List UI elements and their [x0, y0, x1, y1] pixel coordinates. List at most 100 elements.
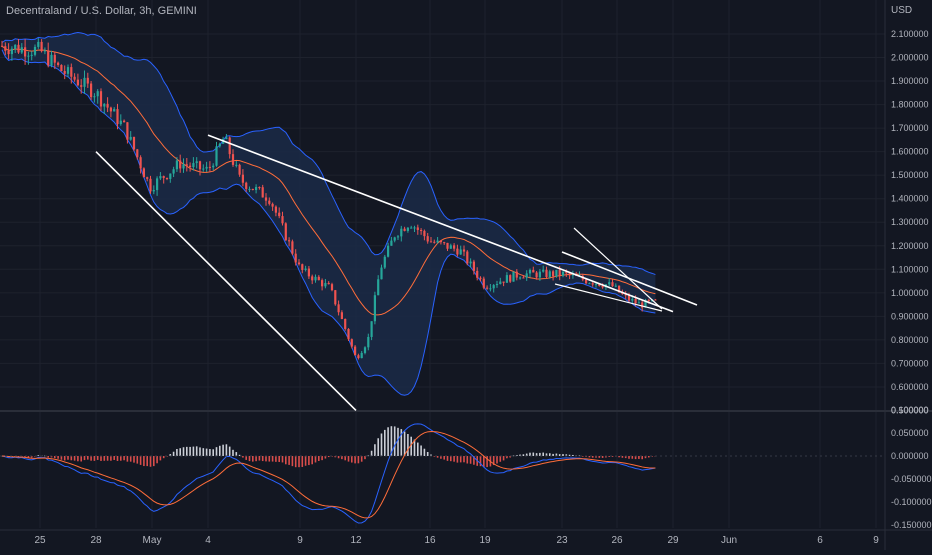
macd-histogram-bar [351, 456, 353, 463]
candle-body [255, 187, 258, 190]
macd-histogram-bar [327, 456, 330, 458]
candle-body [225, 137, 228, 139]
macd-histogram-bar [426, 451, 429, 456]
macd-histogram-bar [275, 456, 277, 462]
macd-histogram-bar [456, 456, 459, 463]
candle-body [591, 283, 594, 285]
candle-body [525, 273, 528, 278]
candle-body [152, 190, 155, 192]
candle-body [456, 248, 459, 255]
chart-svg[interactable]: 2.100000 2.000000 1.900000 1.800000 1.700000… [0, 0, 932, 550]
candle-body [83, 77, 86, 87]
candle-body [238, 164, 241, 175]
candle [60, 64, 63, 72]
candle-body [146, 177, 149, 179]
candle-body [449, 245, 452, 249]
candle-body [0, 45, 4, 47]
candle-body [24, 47, 27, 57]
macd-histogram-bar [588, 456, 591, 458]
candle-body [535, 272, 538, 278]
macd-tick-label: -0.050000 [891, 474, 932, 484]
macd-histogram-bar [572, 454, 574, 456]
price-tick-label: 1.800000 [891, 100, 929, 110]
candle [354, 345, 357, 356]
time-tick-label: 16 [424, 535, 436, 546]
candle-body [297, 262, 301, 265]
macd-histogram-bar [420, 445, 422, 456]
candle-body [228, 137, 231, 155]
macd-histogram-bar [318, 456, 320, 461]
time-tick-label: Jun [721, 535, 737, 546]
macd-histogram-bar [245, 456, 247, 460]
candle-body [429, 241, 433, 243]
candle-body [33, 46, 37, 55]
candle-body [202, 168, 205, 170]
macd-histogram-bar [60, 456, 63, 460]
macd-histogram-bar [232, 449, 234, 456]
macd-histogram-bar [608, 456, 610, 457]
macd-histogram-bar [314, 456, 317, 463]
candle-body [390, 240, 393, 246]
candle-body [93, 96, 96, 98]
candle-body [126, 122, 129, 140]
macd-histogram-bar [70, 456, 73, 461]
macd-histogram-bar [291, 456, 294, 467]
candle-body [347, 328, 350, 340]
candle-body [235, 164, 238, 166]
candle [512, 271, 515, 282]
macd-histogram-bar [209, 449, 211, 456]
candle-body [17, 44, 20, 53]
candle-body [647, 299, 650, 302]
candle-body [344, 319, 347, 329]
candle-body [354, 346, 357, 356]
candle-body [317, 276, 320, 281]
macd-histogram-bar [255, 456, 257, 462]
macd-histogram-bar [301, 456, 304, 467]
chart-stage[interactable]: 2.100000 2.000000 1.900000 1.800000 1.700000… [0, 0, 932, 550]
candle-body [198, 161, 202, 170]
candle-body [248, 188, 251, 190]
candle-body [528, 269, 532, 274]
candle-body [373, 295, 376, 322]
candle [142, 167, 145, 178]
macd-tick-label: 0.000000 [891, 451, 929, 461]
signal-line [1, 430, 656, 519]
candle-body [340, 312, 343, 320]
candle-body [489, 288, 492, 290]
macd-histogram-bar [67, 456, 69, 460]
candle-body [10, 48, 13, 55]
candle-body [159, 176, 162, 179]
macd-histogram-bar [360, 456, 363, 462]
macd-histogram-bar [225, 444, 228, 456]
macd-histogram-bar [268, 456, 271, 462]
macd-histogram-bar [123, 456, 125, 461]
macd-histogram-bar [73, 456, 76, 461]
candle-body [27, 55, 30, 57]
candle-body [258, 187, 261, 189]
candle-body [654, 299, 657, 301]
candle-body [80, 85, 83, 87]
macd-histogram-bar [192, 446, 195, 456]
candle-body [406, 227, 409, 231]
candle-body [601, 285, 604, 288]
candle-body [314, 276, 317, 281]
macd-histogram-bar [407, 433, 409, 456]
candle-body [327, 283, 330, 285]
bollinger-bands [1, 31, 656, 396]
macd-histogram-bar [100, 456, 102, 461]
candle-body [337, 304, 340, 313]
candle [344, 318, 347, 331]
candle-body [367, 336, 370, 348]
candle-body [479, 277, 482, 279]
macd-histogram-bar [423, 448, 426, 456]
time-tick-label: 25 [34, 535, 46, 546]
candle-body [40, 41, 43, 52]
macd-histogram-bar [106, 456, 109, 461]
candle-body [301, 264, 304, 270]
time-tick-label: 12 [350, 535, 362, 546]
candle-body [403, 228, 406, 231]
macd-histogram-bar [446, 456, 449, 461]
candle [347, 328, 350, 341]
macd-histogram-bar [126, 456, 129, 462]
macd-histogram-bar [162, 456, 165, 459]
